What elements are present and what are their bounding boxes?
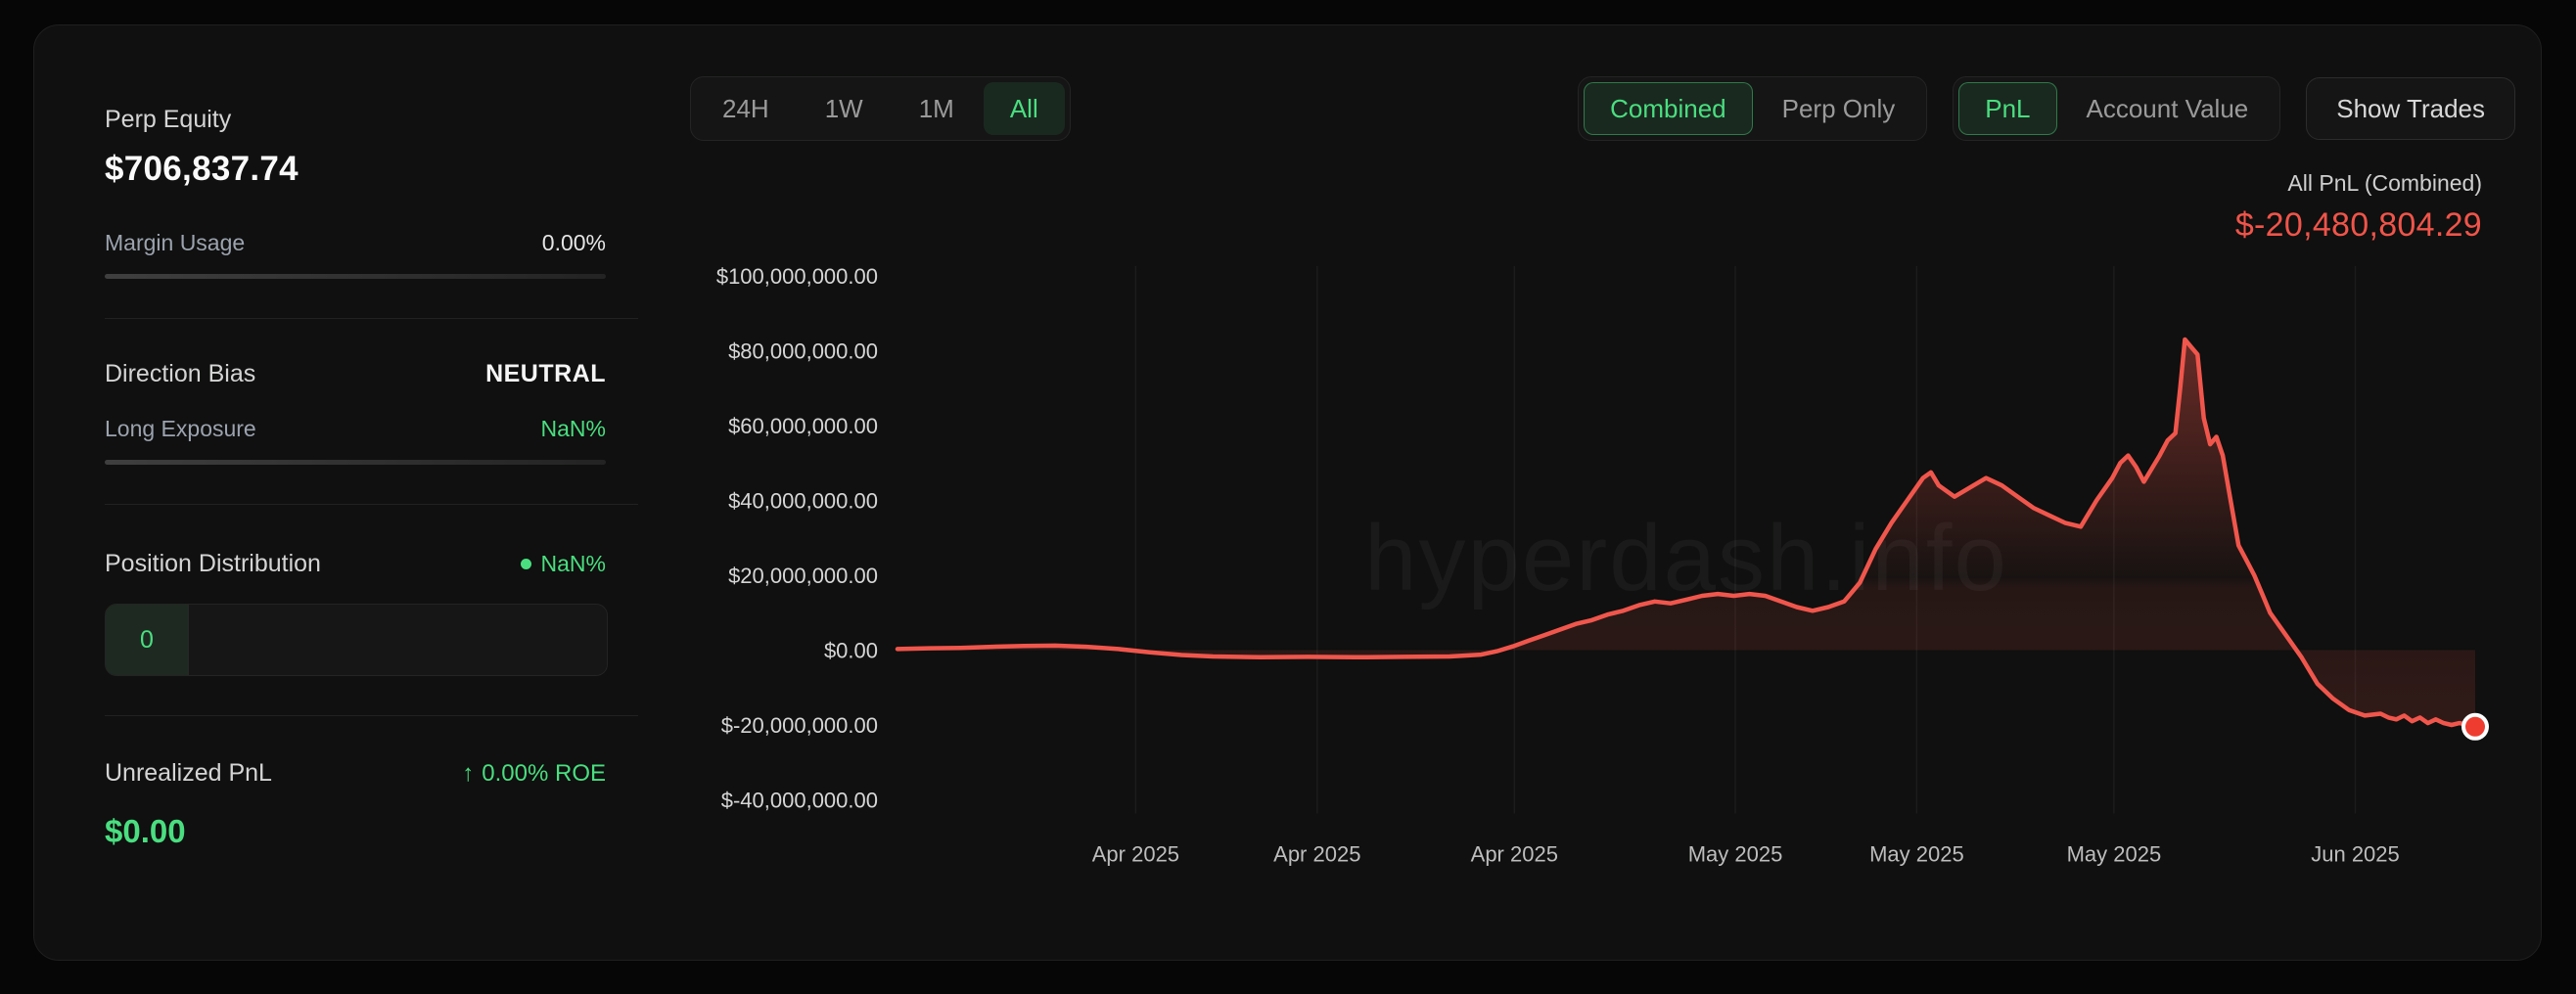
time-range-all[interactable]: All: [984, 82, 1065, 135]
svg-text:$80,000,000.00: $80,000,000.00: [728, 339, 878, 364]
time-range-group: 24H 1W 1M All: [690, 76, 1071, 141]
svg-text:May 2025: May 2025: [1869, 842, 1964, 867]
svg-text:$100,000,000.00: $100,000,000.00: [716, 264, 878, 289]
margin-usage-bar: [105, 274, 606, 279]
margin-usage-row: Margin Usage 0.00%: [105, 230, 606, 256]
svg-text:Apr 2025: Apr 2025: [1471, 842, 1558, 867]
position-distribution-chart: 0: [105, 604, 608, 676]
divider: [105, 504, 638, 505]
stats-sidebar: Perp Equity $706,837.74 Margin Usage 0.0…: [34, 25, 651, 960]
unrealized-pnl-row: Unrealized PnL ↑ 0.00% ROE: [105, 759, 606, 788]
svg-text:Apr 2025: Apr 2025: [1092, 842, 1179, 867]
long-exposure-label: Long Exposure: [105, 416, 256, 442]
time-range-1m[interactable]: 1M: [893, 82, 981, 135]
direction-bias-label: Direction Bias: [105, 360, 255, 388]
margin-usage-label: Margin Usage: [105, 230, 245, 256]
long-exposure-bar: [105, 460, 606, 465]
svg-text:Apr 2025: Apr 2025: [1273, 842, 1360, 867]
green-dot-icon: [521, 559, 531, 569]
toolbar-right-group: Combined Perp Only PnL Account Value Sho…: [1578, 76, 2515, 141]
chart-panel: 24H 1W 1M All Combined Perp Only PnL Acc…: [651, 25, 2541, 960]
distribution-zero-segment: 0: [106, 605, 189, 675]
svg-text:$0.00: $0.00: [824, 639, 878, 663]
direction-bias-value: NEUTRAL: [485, 360, 606, 388]
roe-value: 0.00% ROE: [482, 760, 606, 788]
position-distribution-row: Position Distribution NaN%: [105, 550, 606, 578]
distribution-empty-segment: [189, 605, 607, 675]
view-mode-combined[interactable]: Combined: [1584, 82, 1753, 135]
divider: [105, 318, 638, 319]
svg-text:May 2025: May 2025: [1688, 842, 1783, 867]
metric-pnl[interactable]: PnL: [1958, 82, 2056, 135]
position-distribution-value: NaN%: [541, 551, 606, 577]
long-exposure-row: Long Exposure NaN%: [105, 416, 606, 442]
position-distribution-label: Position Distribution: [105, 550, 321, 578]
margin-usage-value: 0.00%: [542, 230, 606, 256]
metric-account-value[interactable]: Account Value: [2060, 82, 2276, 135]
perp-equity-value: $706,837.74: [105, 150, 606, 189]
svg-text:Jun 2025: Jun 2025: [2311, 842, 2400, 867]
unrealized-pnl-value: $0.00: [105, 813, 606, 850]
position-distribution-stat: NaN%: [521, 551, 606, 577]
svg-text:$-40,000,000.00: $-40,000,000.00: [721, 789, 878, 813]
svg-text:$60,000,000.00: $60,000,000.00: [728, 414, 878, 438]
svg-text:$40,000,000.00: $40,000,000.00: [728, 489, 878, 514]
view-mode-group: Combined Perp Only: [1578, 76, 1927, 141]
svg-text:$-20,000,000.00: $-20,000,000.00: [721, 713, 878, 738]
roe-stat: ↑ 0.00% ROE: [462, 760, 606, 788]
trader-overview-card: Perp Equity $706,837.74 Margin Usage 0.0…: [33, 24, 2542, 961]
pnl-line-chart[interactable]: hyperdash.info$100,000,000.00$80,000,000…: [667, 252, 2526, 888]
chart-toolbar: 24H 1W 1M All Combined Perp Only PnL Acc…: [667, 76, 2527, 141]
all-pnl-value: $-20,480,804.29: [667, 206, 2482, 245]
arrow-up-icon: ↑: [462, 760, 474, 788]
dashboard-screen: Perp Equity $706,837.74 Margin Usage 0.0…: [0, 0, 2576, 994]
chart-header: All PnL (Combined) $-20,480,804.29: [667, 170, 2527, 245]
svg-text:$20,000,000.00: $20,000,000.00: [728, 564, 878, 588]
divider: [105, 715, 638, 716]
time-range-1w[interactable]: 1W: [799, 82, 890, 135]
long-exposure-value: NaN%: [541, 416, 606, 442]
metric-group: PnL Account Value: [1953, 76, 2280, 141]
perp-equity-label: Perp Equity: [105, 106, 606, 134]
view-mode-perp-only[interactable]: Perp Only: [1756, 82, 1922, 135]
show-trades-button[interactable]: Show Trades: [2306, 77, 2515, 140]
unrealized-pnl-label: Unrealized PnL: [105, 759, 272, 788]
svg-text:May 2025: May 2025: [2067, 842, 2162, 867]
direction-bias-row: Direction Bias NEUTRAL: [105, 360, 606, 388]
chart-title: All PnL (Combined): [667, 170, 2482, 197]
time-range-24h[interactable]: 24H: [696, 82, 796, 135]
